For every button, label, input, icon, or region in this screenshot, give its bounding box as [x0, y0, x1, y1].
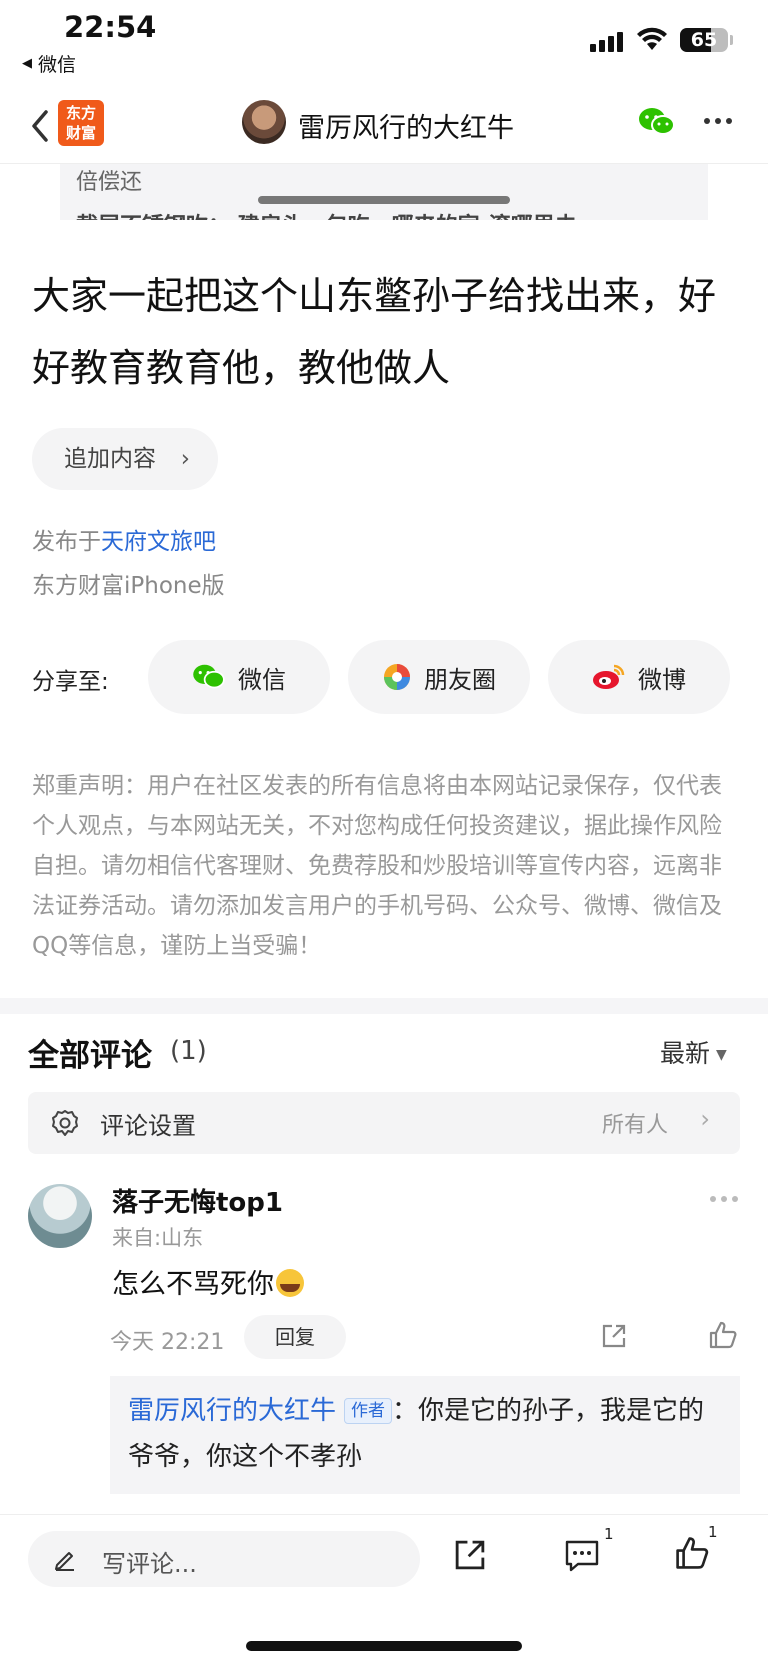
comment-time: 今天 22:21 — [110, 1330, 225, 1355]
share-icon[interactable] — [452, 1537, 488, 1573]
comment-text-content: 怎么不骂死你 — [112, 1269, 274, 1300]
post-device: 东方财富iPhone版 — [32, 573, 225, 599]
wechat-icon — [193, 664, 225, 689]
nav-title[interactable]: 雷厉风行的大红牛 — [298, 106, 514, 145]
share-icon[interactable] — [600, 1322, 628, 1350]
author-tag-badge: 作者 — [344, 1398, 393, 1424]
comment-settings-value: 所有人 — [601, 1113, 668, 1138]
quote-line2: 截屏不锈钢吹： 建房头，包吃，哪来的家-滚哪里去 — [76, 208, 577, 220]
section-divider — [0, 998, 768, 1014]
comment-input[interactable]: 写评论... — [28, 1531, 420, 1587]
share-moments-button[interactable]: 朋友圈 — [348, 640, 530, 714]
like-count-badge: 1 — [708, 1523, 718, 1541]
logo-line1: 东方 — [65, 104, 96, 122]
weibo-icon — [593, 664, 625, 689]
author-avatar[interactable] — [242, 100, 286, 144]
back-triangle-icon: ◀ — [22, 56, 32, 71]
append-content-button[interactable]: 追加内容 › — [32, 428, 218, 490]
home-indicator — [246, 1641, 522, 1651]
share-weibo-button[interactable]: 微博 — [548, 640, 730, 714]
moments-icon — [384, 664, 410, 690]
logo-line2: 财富 — [65, 124, 96, 142]
bottom-action-bar: 写评论... 1 1 — [0, 1514, 768, 1663]
chevron-right-icon: › — [180, 446, 190, 472]
wechat-icon[interactable] — [638, 106, 676, 138]
battery-icon: 65 — [680, 28, 728, 52]
pen-icon — [55, 1552, 74, 1571]
comment-settings-row[interactable]: 评论设置 所有人 › — [28, 1092, 740, 1154]
thumbs-up-icon[interactable] — [708, 1320, 738, 1350]
battery-tip — [730, 35, 733, 45]
commenter-name[interactable]: 落子无悔top1 — [112, 1182, 283, 1219]
commenter-avatar[interactable] — [28, 1184, 92, 1248]
caret-down-icon: ▼ — [716, 1047, 727, 1063]
comments-title: 全部评论 — [28, 1038, 152, 1074]
back-to-app-link[interactable]: ◀ 微信 — [22, 50, 76, 77]
published-prefix: 发布于 — [32, 529, 101, 555]
disclaimer-text: 郑重声明：用户在社区发表的所有信息将由本网站记录保存，仅代表个人观点，与本网站无… — [32, 773, 722, 959]
status-bar: 22:54 ◀ 微信 65 — [0, 0, 768, 92]
forum-link[interactable]: 天府文旅吧 — [101, 529, 216, 555]
scroll-indicator — [258, 196, 510, 204]
append-content-label: 追加内容 — [64, 446, 156, 472]
sort-dropdown[interactable]: 最新 ▼ — [660, 1034, 727, 1070]
commenter-location: 来自:山东 — [112, 1226, 204, 1250]
comment-icon[interactable] — [564, 1539, 600, 1573]
quoted-content-clip: 倍偿还 截屏不锈钢吹： 建房头，包吃，哪来的家-滚哪里去 — [60, 164, 708, 220]
more-icon[interactable] — [704, 118, 732, 124]
published-in: 发布于天府文旅吧 — [32, 522, 216, 556]
sort-label: 最新 — [660, 1039, 711, 1068]
chevron-right-icon: › — [700, 1105, 710, 1133]
comment-text: 怎么不骂死你 — [112, 1262, 304, 1301]
eastmoney-logo: 东方 财富 — [58, 100, 104, 146]
comment-settings-label: 评论设置 — [100, 1112, 196, 1140]
comment-more-icon[interactable] — [710, 1196, 738, 1202]
nav-bar: 东方 财富 雷厉风行的大红牛 — [0, 92, 768, 164]
share-wechat-button[interactable]: 微信 — [148, 640, 330, 714]
share-label: 分享至: — [32, 669, 109, 695]
reply-author[interactable]: 雷厉风行的大红牛 — [128, 1396, 336, 1426]
cellular-signal-icon — [590, 30, 623, 52]
share-weibo-label: 微博 — [638, 665, 686, 694]
comment-input-placeholder: 写评论... — [102, 1550, 197, 1578]
thumbs-up-icon[interactable] — [674, 1535, 710, 1571]
wifi-icon — [637, 27, 667, 50]
back-app-label: 微信 — [38, 54, 77, 76]
share-wechat-label: 微信 — [238, 665, 286, 694]
quote-line1: 倍偿还 — [76, 170, 143, 195]
comment-count-badge: 1 — [604, 1525, 614, 1543]
back-chevron-icon[interactable] — [26, 106, 56, 146]
gear-icon — [52, 1110, 78, 1136]
battery-percent: 65 — [690, 29, 718, 51]
status-time: 22:54 — [64, 10, 157, 44]
laughing-crying-emoji-icon — [276, 1269, 304, 1297]
reply-button[interactable]: 回复 — [244, 1315, 346, 1359]
author-reply: 雷厉风行的大红牛 作者 ：你是它的孙子，我是它的爷爷，你这个不孝孙 — [110, 1376, 740, 1494]
share-moments-label: 朋友圈 — [424, 665, 496, 694]
comments-count: (1) — [170, 1036, 207, 1066]
post-headline: 大家一起把这个山东鳖孙子给找出来，好好教育教育他，教他做人 — [32, 274, 717, 390]
